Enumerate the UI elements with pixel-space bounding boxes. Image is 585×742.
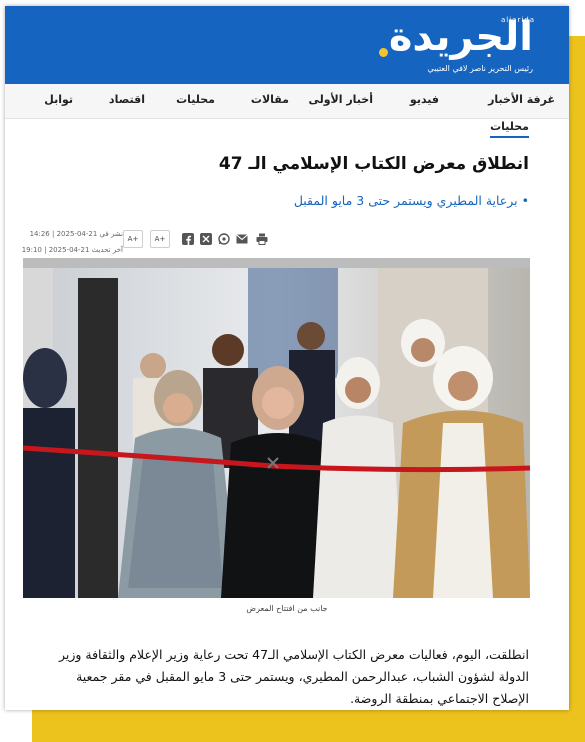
nav-item-front-page-news[interactable]: أخبار الأولى (308, 93, 373, 106)
site-logo[interactable]: الجريدة aljarida رئيس التحرير ناصر لافي … (379, 14, 535, 78)
print-icon[interactable] (255, 232, 268, 245)
nav-item-spices[interactable]: توابل (44, 93, 73, 106)
article-title: انطلاق معرض الكتاب الإسلامي الـ 47 (218, 154, 529, 174)
nav-item-newsroom[interactable]: غرفة الأخبار (488, 93, 555, 106)
site-header: الجريدة aljarida رئيس التحرير ناصر لافي … (5, 6, 569, 84)
published-date: نشر في 21-04-2025 | 14:26 (29, 230, 123, 238)
x-icon[interactable] (199, 232, 212, 245)
nav-item-local[interactable]: محليات (176, 93, 215, 106)
font-increase-button[interactable]: A+ (150, 230, 170, 248)
article-photo (23, 258, 530, 598)
article-page: الجريدة aljarida رئيس التحرير ناصر لافي … (5, 6, 569, 710)
logo-latin-text: aljarida (500, 16, 535, 24)
editor-in-chief-line: رئيس التحرير ناصر لافي العتيبي (427, 64, 533, 73)
nav-item-economy[interactable]: اقتصاد (109, 93, 145, 106)
nav-item-articles[interactable]: مقالات (251, 93, 289, 106)
email-icon[interactable] (235, 232, 248, 245)
section-tag[interactable]: محليات (490, 120, 529, 138)
facebook-icon[interactable] (181, 232, 194, 245)
nav-item-video[interactable]: فيديو (410, 93, 439, 106)
article-subtitle: • برعاية المطيري ويستمر حتى 3 مايو المقب… (293, 193, 529, 208)
updated-date: آخر تحديث 21-04-2025 | 19:10 (21, 246, 123, 254)
whatsapp-icon[interactable] (217, 232, 230, 245)
article-body: انطلقت، اليوم، فعاليات معرض الكتاب الإسل… (58, 647, 529, 706)
main-nav: غرفة الأخبار فيديو أخبار الأولى مقالات م… (5, 84, 569, 119)
article-dates: نشر في 21-04-2025 | 14:26 آخر تحديث 21-0… (21, 226, 123, 258)
photo-caption: جانب من افتتاح المعرض (246, 604, 328, 613)
font-decrease-button[interactable]: A+ (123, 230, 143, 248)
logo-dot (379, 48, 388, 57)
